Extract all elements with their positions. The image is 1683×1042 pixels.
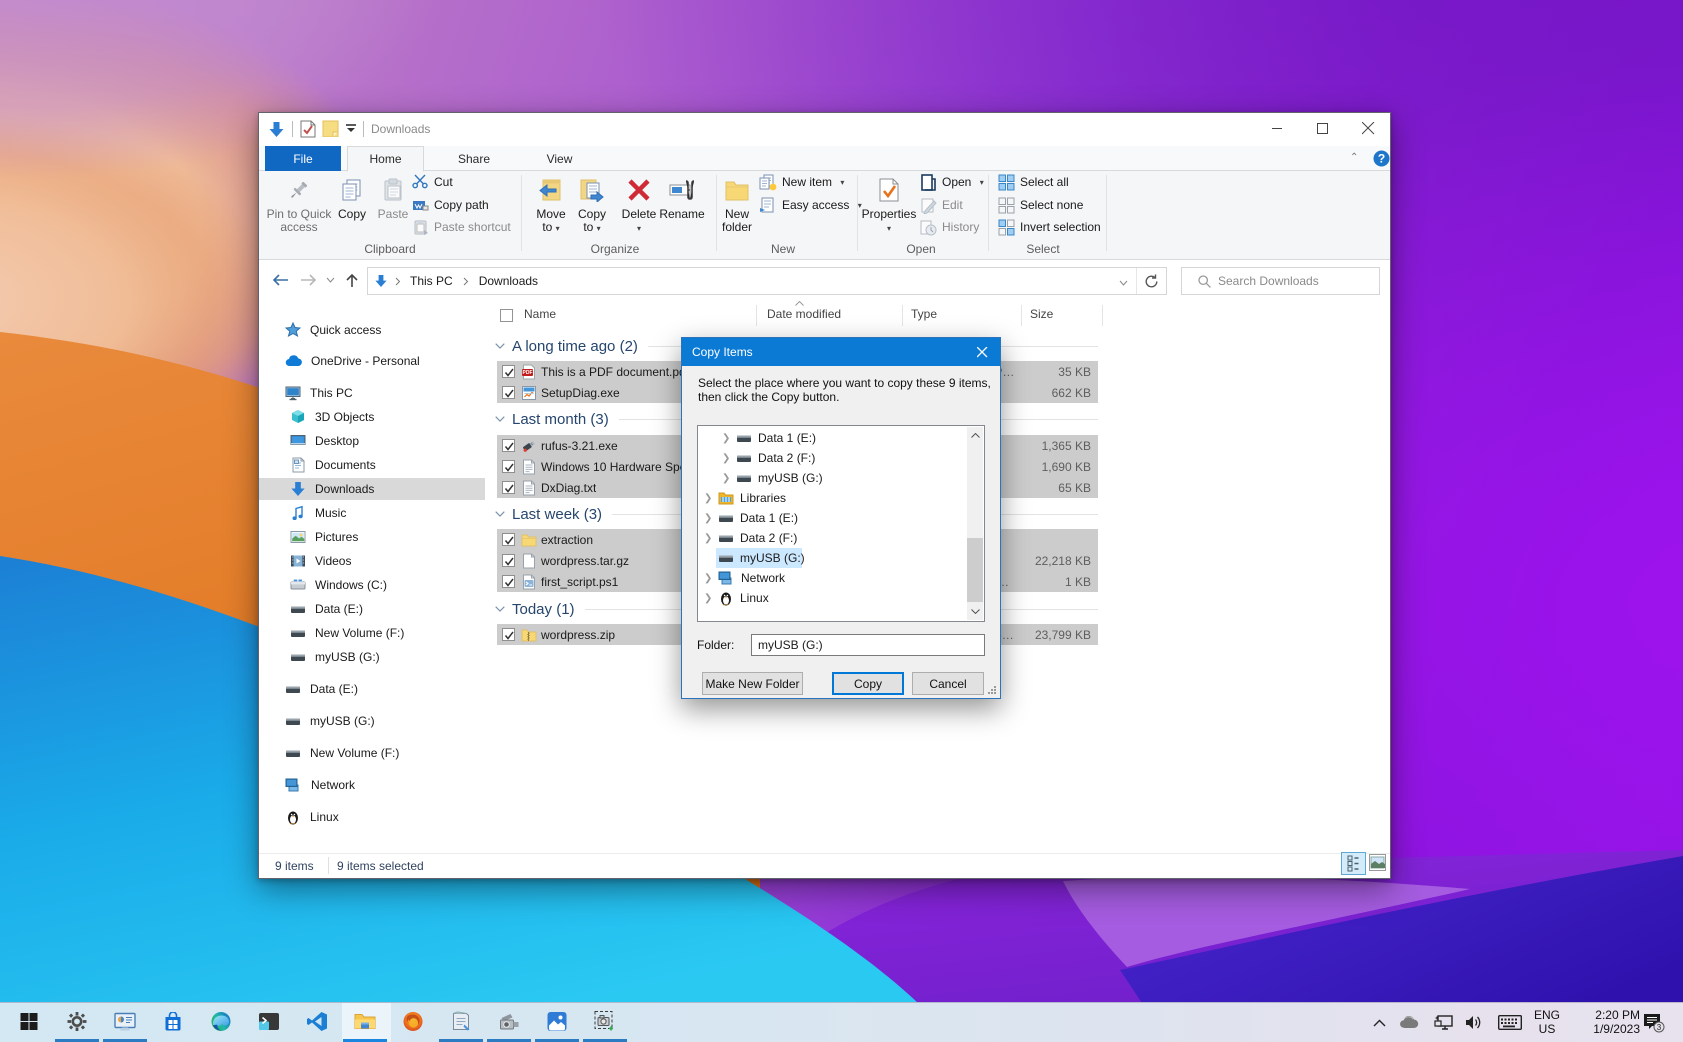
svg-text:?: ? <box>1378 152 1385 166</box>
svg-text:PDF: PDF <box>523 370 533 376</box>
svg-text:3: 3 <box>1657 1023 1662 1032</box>
